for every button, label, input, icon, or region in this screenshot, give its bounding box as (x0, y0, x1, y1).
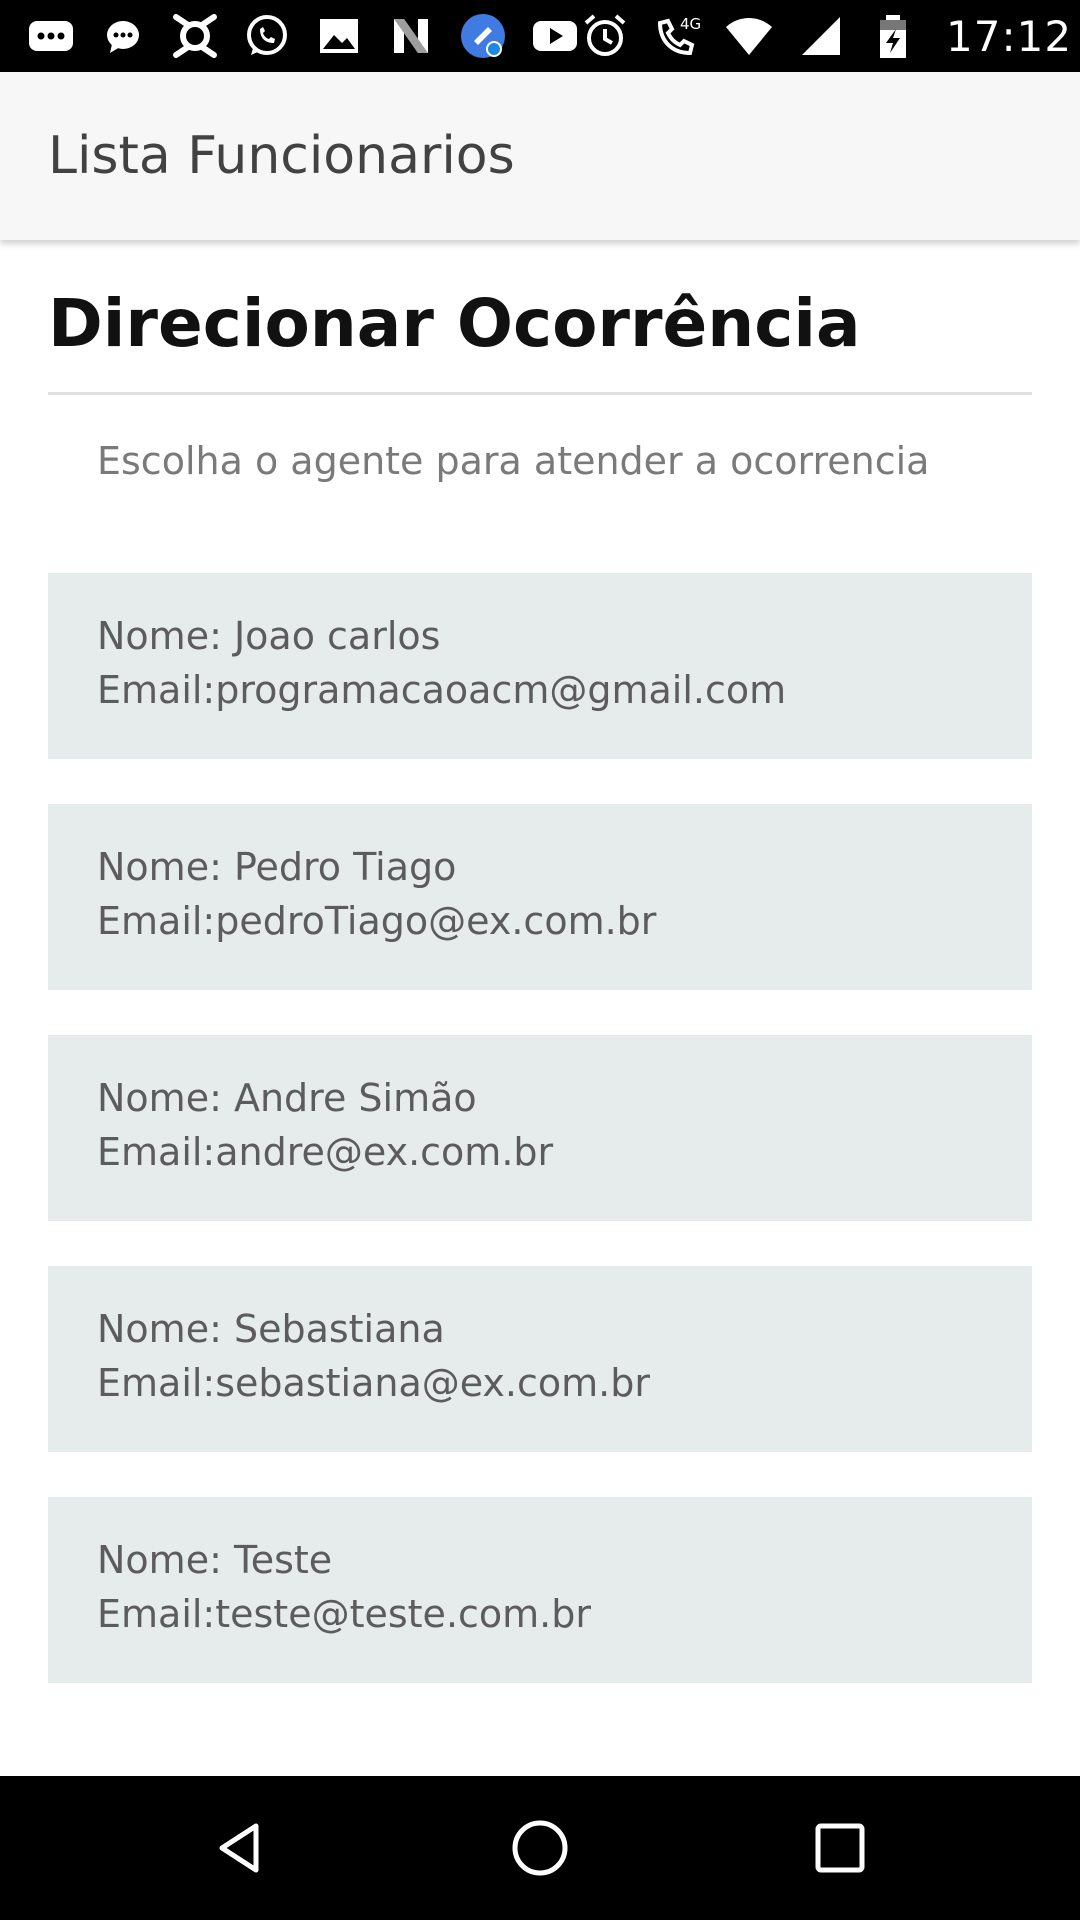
agent-item-teste[interactable]: Nome: Teste Email:teste@teste.com.br (48, 1497, 1032, 1683)
agent-name: Nome: Andre Simão (97, 1076, 477, 1120)
navigation-bar (0, 1776, 1080, 1920)
app-icon (170, 11, 220, 61)
wifi-icon (724, 11, 774, 61)
heading-divider (48, 392, 1032, 395)
agent-item-sebastiana[interactable]: Nome: Sebastiana Email:sebastiana@ex.com… (48, 1266, 1032, 1452)
status-bar: 4G 17:12 (0, 0, 1080, 72)
home-icon (512, 1820, 568, 1876)
agent-email: Email:programacaoacm@gmail.com (97, 668, 787, 712)
back-button[interactable] (185, 1793, 295, 1903)
agent-item-andre-simao[interactable]: Nome: Andre Simão Email:andre@ex.com.br (48, 1035, 1032, 1221)
agent-name: Nome: Sebastiana (97, 1307, 445, 1351)
system-icons: 4G 17:12 (580, 11, 1072, 61)
alarm-icon (580, 11, 630, 61)
main-content: Direcionar Ocorrência Escolha o agente p… (48, 240, 1032, 1728)
call-4g-icon: 4G (652, 11, 702, 61)
app-bar: Lista Funcionarios (0, 72, 1080, 240)
chat-bubble-icon (26, 11, 76, 61)
agent-list: Nome: Joao carlos Email:programacaoacm@g… (48, 573, 1032, 1683)
signal-icon (796, 11, 846, 61)
whatsapp-icon (242, 11, 292, 61)
recents-icon (815, 1823, 865, 1873)
battery-charging-icon (868, 11, 918, 61)
agent-email: Email:andre@ex.com.br (97, 1130, 554, 1174)
agent-item-joao-carlos[interactable]: Nome: Joao carlos Email:programacaoacm@g… (48, 573, 1032, 759)
page-heading: Direcionar Ocorrência (48, 285, 861, 362)
agent-email: Email:pedroTiago@ex.com.br (97, 899, 657, 943)
clean-app-icon (458, 11, 508, 61)
image-icon (314, 11, 364, 61)
agent-item-pedro-tiago[interactable]: Nome: Pedro Tiago Email:pedroTiago@ex.co… (48, 804, 1032, 990)
status-time: 17:12 (946, 11, 1073, 61)
agent-email: Email:teste@teste.com.br (97, 1592, 591, 1636)
messenger-icon (98, 11, 148, 61)
youtube-icon (530, 11, 580, 61)
back-icon (219, 1823, 259, 1873)
network-type-label: 4G (680, 15, 701, 33)
home-button[interactable] (485, 1793, 595, 1903)
agent-name: Nome: Teste (97, 1538, 333, 1582)
agent-name: Nome: Joao carlos (97, 614, 441, 658)
recents-button[interactable] (785, 1793, 895, 1903)
notification-icons (26, 11, 580, 61)
n-app-icon (386, 11, 436, 61)
agent-name: Nome: Pedro Tiago (97, 845, 457, 889)
agent-email: Email:sebastiana@ex.com.br (97, 1361, 650, 1405)
app-title: Lista Funcionarios (48, 126, 515, 186)
instruction-text: Escolha o agente para atender a ocorrenc… (97, 439, 930, 483)
